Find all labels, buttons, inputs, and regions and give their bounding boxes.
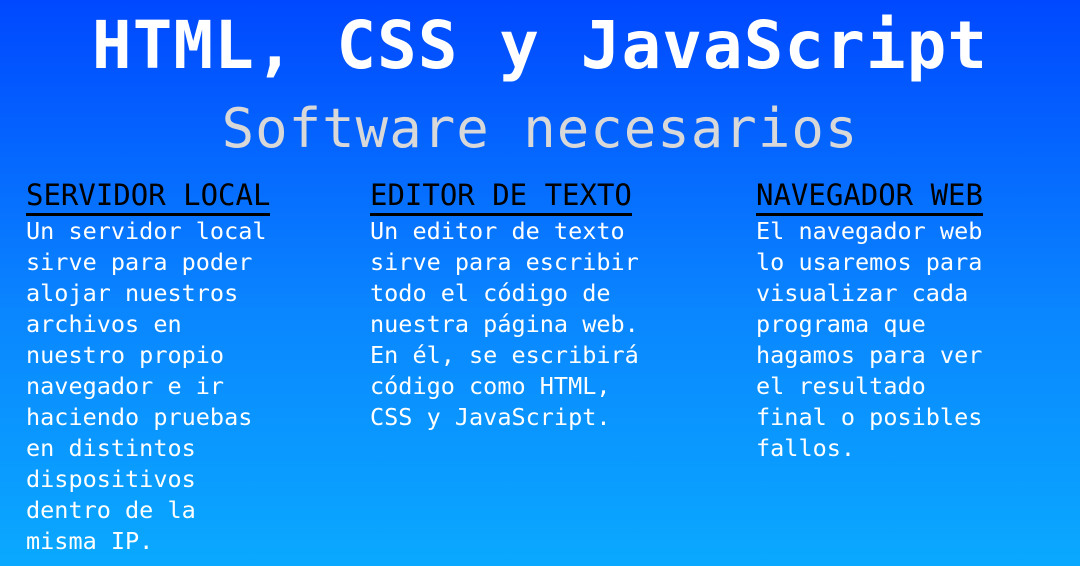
column-heading: EDITOR DE TEXTO: [370, 177, 632, 216]
column-text: Un editor de texto sirve para escribir t…: [370, 217, 639, 431]
column-text: Un servidor local sirve para poder aloja…: [26, 217, 267, 555]
column-heading: SERVIDOR LOCAL: [26, 177, 271, 216]
column-heading: NAVEGADOR WEB: [756, 177, 983, 216]
column-editor-de-texto: EDITOR DE TEXTO Un editor de texto sirve…: [370, 177, 710, 433]
page-title: HTML, CSS y JavaScript: [91, 7, 989, 84]
page-subtitle: Software necesarios: [221, 97, 859, 160]
column-navegador-web: NAVEGADOR WEB El navegador web lo usarem…: [756, 177, 1066, 464]
column-text: El navegador web lo usaremos para visual…: [756, 217, 983, 462]
column-servidor-local: SERVIDOR LOCAL Un servidor local sirve p…: [26, 177, 346, 557]
